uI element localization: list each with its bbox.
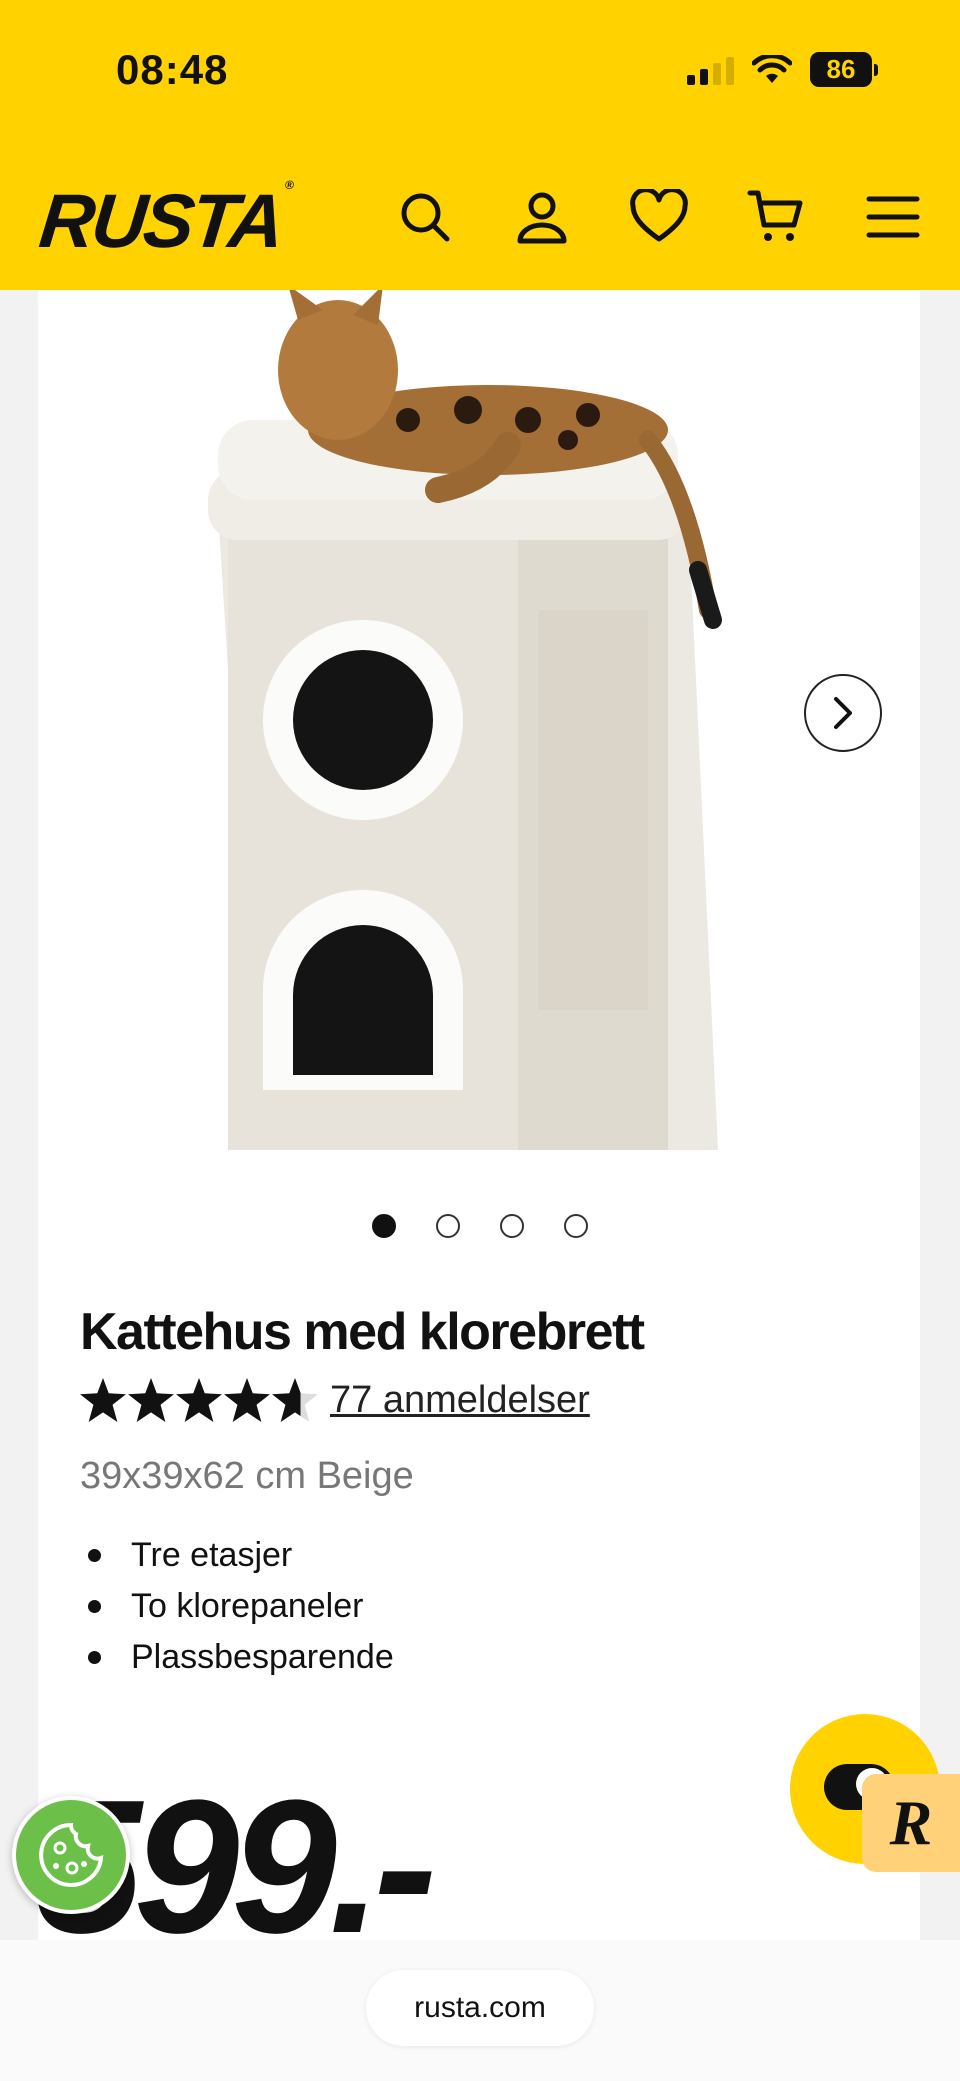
product-card: Kattehus med klorebrett 77 anmeldelser 3… bbox=[38, 290, 920, 1940]
status-time: 08:48 bbox=[116, 46, 229, 93]
search-icon[interactable] bbox=[390, 182, 460, 252]
gallery-dot-2[interactable] bbox=[436, 1214, 460, 1238]
menu-icon[interactable] bbox=[858, 182, 928, 252]
gallery-dot-3[interactable] bbox=[500, 1214, 524, 1238]
product-rating[interactable]: 77 anmeldelser bbox=[80, 1378, 590, 1422]
cart-icon[interactable] bbox=[741, 182, 811, 252]
feature-item: Tre etasjer bbox=[80, 1530, 394, 1581]
reviews-link[interactable]: 77 anmeldelser bbox=[330, 1379, 590, 1422]
gallery-dot-1[interactable] bbox=[372, 1214, 396, 1238]
gallery-dot-4[interactable] bbox=[564, 1214, 588, 1238]
wifi-icon bbox=[752, 54, 792, 83]
product-variant: 39x39x62 cm Beige bbox=[80, 1455, 414, 1497]
cookie-settings-button[interactable] bbox=[12, 1796, 130, 1914]
cookie-icon bbox=[39, 1822, 104, 1887]
header-actions bbox=[390, 182, 930, 252]
heart-icon[interactable] bbox=[624, 182, 694, 252]
assistant-badge-icon[interactable]: R bbox=[862, 1774, 960, 1872]
account-icon[interactable] bbox=[507, 182, 577, 252]
site-header: 08:48 86 RUSTA® bbox=[0, 0, 960, 290]
status-indicators: 86 bbox=[687, 52, 878, 87]
chevron-right-icon bbox=[834, 697, 852, 729]
feature-item: Plassbesparende bbox=[80, 1632, 394, 1683]
battery-level: 86 bbox=[810, 52, 872, 87]
rusta-logo[interactable]: RUSTA® bbox=[35, 178, 292, 265]
star-rating-icon bbox=[80, 1378, 318, 1422]
signal-icon bbox=[687, 55, 734, 85]
gallery-next-button[interactable] bbox=[804, 674, 882, 752]
logo-text: RUSTA bbox=[35, 179, 286, 264]
product-image[interactable] bbox=[188, 290, 818, 1170]
product-title: Kattehus med klorebrett bbox=[80, 1303, 645, 1361]
feature-list: Tre etasjer To klorepaneler Plassbespare… bbox=[80, 1530, 394, 1683]
address-bar[interactable]: rusta.com bbox=[366, 1970, 594, 2046]
gallery-dots bbox=[372, 1214, 588, 1238]
battery-icon: 86 bbox=[810, 52, 878, 87]
browser-bottom-bar: rusta.com bbox=[0, 1940, 960, 2081]
feature-item: To klorepaneler bbox=[80, 1581, 394, 1632]
